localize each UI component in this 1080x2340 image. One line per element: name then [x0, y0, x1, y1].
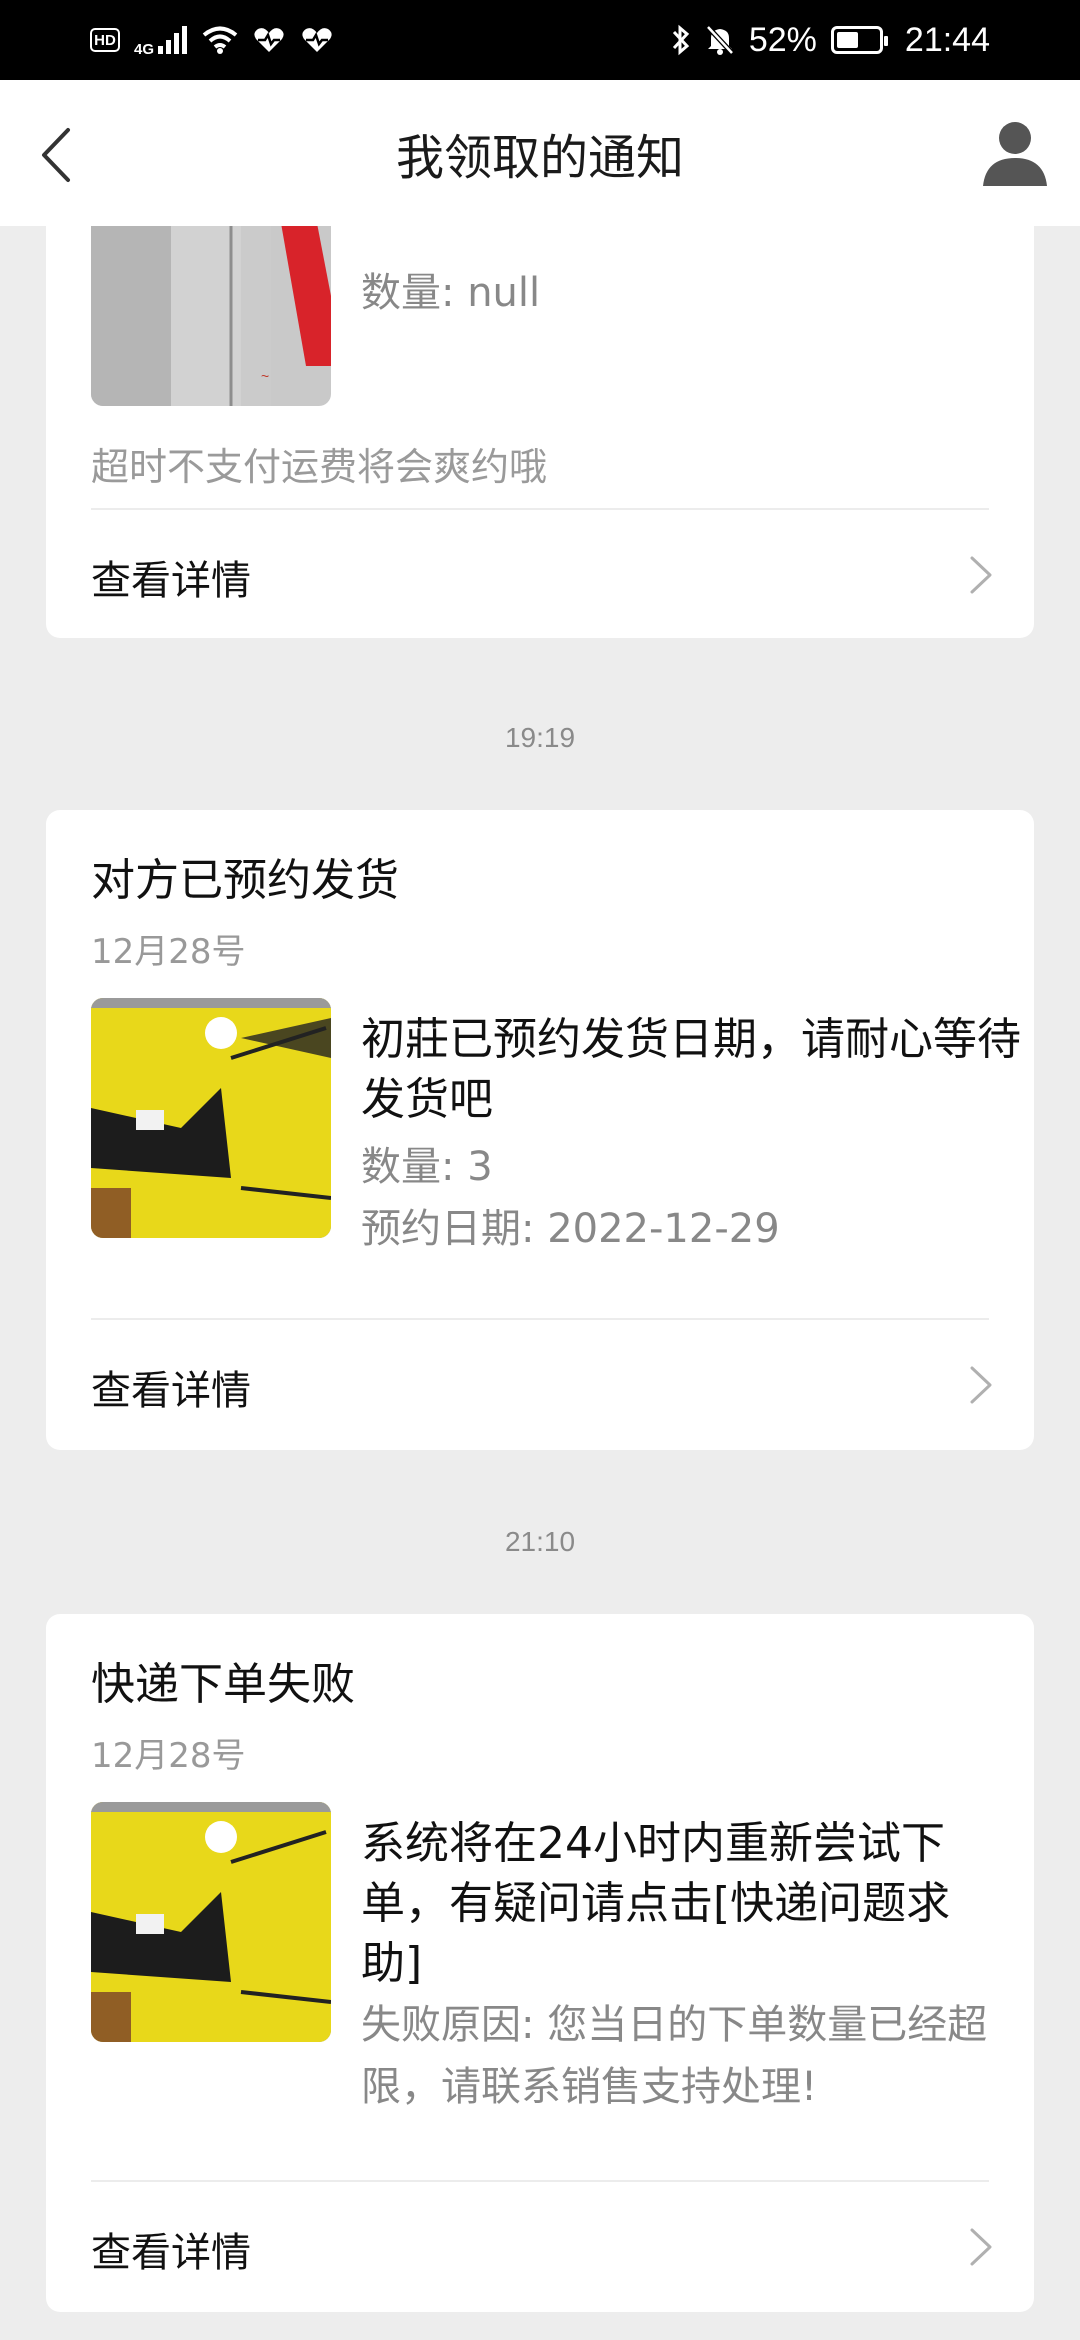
notification-description: 初莊已预约发货日期，请耐心等待发货吧 — [361, 1014, 1021, 1125]
quantity-text: 数量: 3 — [361, 1144, 493, 1190]
heart-rate-icon — [254, 28, 284, 52]
chevron-right-icon — [970, 1366, 992, 1404]
view-details-button[interactable]: 查看详情 — [46, 2182, 1034, 2312]
notification-note: 超时不支付运费将会爽约哦 — [91, 445, 548, 489]
product-thumbnail[interactable] — [91, 998, 331, 1238]
svg-text:~: ~ — [261, 368, 269, 384]
view-details-button[interactable]: 查看详情 — [46, 510, 1034, 640]
clock: 21:44 — [904, 20, 990, 59]
notification-meta: 数量: 3 预约日期: 2022-12-29 — [361, 1136, 1001, 1260]
nav-header: 我领取的通知 — [0, 80, 1080, 226]
view-details-label: 查看详情 — [91, 558, 251, 604]
wifi-icon — [202, 26, 238, 54]
notification-title: 快递下单失败 — [91, 1659, 355, 1710]
failure-reason-text: 失败原因: 您当日的下单数量已经超限，请联系销售支持处理! — [361, 2002, 988, 2110]
status-right: 52% 21:44 — [671, 21, 990, 60]
battery-percent: 52% — [748, 20, 817, 59]
battery-icon — [830, 26, 888, 54]
back-button[interactable] — [28, 120, 88, 190]
notification-list[interactable]: ~ 在24小时内支付运费 数量: null 超时不支付运费将会爽约哦 查看详情 … — [0, 226, 1080, 2340]
bluetooth-icon — [672, 24, 690, 56]
profile-button[interactable] — [978, 114, 1052, 188]
timestamp: 21:10 — [504, 1526, 576, 1557]
status-bar: HD 4G 52% 21:44 — [0, 0, 1080, 80]
notification-card: ~ 在24小时内支付运费 数量: null 超时不支付运费将会爽约哦 查看详情 — [46, 226, 1034, 638]
notification-meta: 数量: null — [361, 262, 1001, 324]
notification-card: 快递下单失败 12月28号 系统将在24小时内重新尝试下单，有疑问请点击[快递问… — [46, 1614, 1034, 2312]
bell-muted-icon — [706, 25, 734, 55]
status-left: HD 4G — [90, 23, 334, 58]
view-details-button[interactable]: 查看详情 — [46, 1320, 1034, 1450]
view-details-label: 查看详情 — [91, 2230, 251, 2276]
yellow-jacket-image — [91, 998, 331, 1238]
timestamp: 19:19 — [504, 722, 576, 753]
chevron-right-icon — [970, 2228, 992, 2266]
notification-date: 12月28号 — [91, 1736, 246, 1776]
chevron-right-icon — [970, 556, 992, 594]
view-details-label: 查看详情 — [91, 1368, 251, 1414]
network-4g-label: 4G — [134, 40, 155, 58]
notification-card: 对方已预约发货 12月28号 初莊已预约发货日期，请耐心等待发货吧 数量: 3 … — [46, 810, 1034, 1450]
user-icon — [983, 122, 1047, 186]
notification-date: 12月28号 — [91, 932, 246, 972]
chevron-left-icon — [42, 128, 70, 182]
product-thumbnail[interactable]: ~ — [91, 226, 331, 406]
yellow-jacket-image — [91, 1802, 331, 2042]
hd-badge: HD — [90, 28, 120, 52]
notification-description: 系统将在24小时内重新尝试下单，有疑问请点击[快递问题求助] — [361, 1818, 951, 1989]
heart-rate-icon-2 — [302, 28, 332, 52]
page-title: 我领取的通知 — [395, 130, 684, 186]
product-thumbnail[interactable] — [91, 1802, 331, 2042]
quantity-text: 数量: null — [361, 270, 541, 316]
battery-fill — [836, 32, 858, 48]
signal-icon — [158, 26, 188, 54]
grey-red-jacket-image: ~ — [91, 226, 331, 406]
appointment-date-text: 预约日期: 2022-12-29 — [361, 1206, 780, 1252]
notification-description: 在24小时内支付运费 — [361, 226, 1041, 236]
notification-meta: 失败原因: 您当日的下单数量已经超限，请联系销售支持处理! — [361, 1994, 1001, 2118]
notification-title: 对方已预约发货 — [91, 855, 399, 906]
